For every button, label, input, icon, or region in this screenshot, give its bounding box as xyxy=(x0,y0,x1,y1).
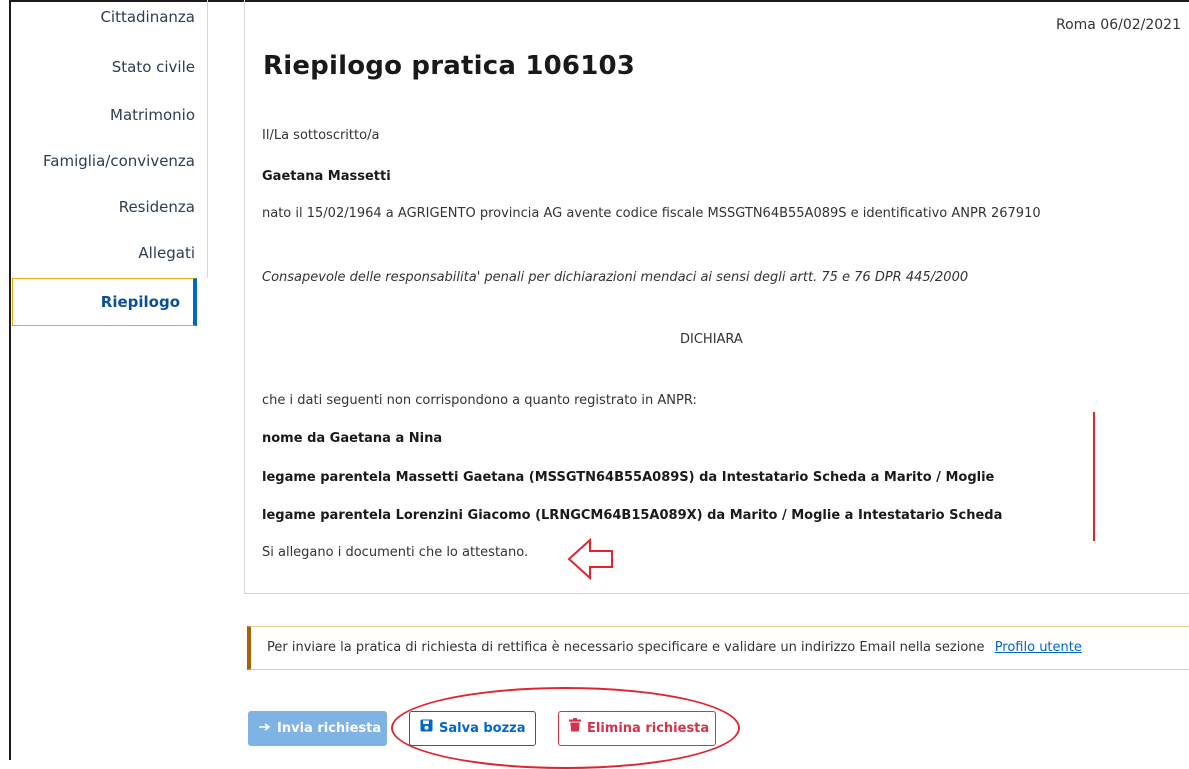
declaration-heading: DICHIARA xyxy=(680,332,743,347)
summary-card xyxy=(244,0,1189,594)
sidebar-item-stato-civile[interactable]: Stato civile xyxy=(23,58,208,104)
sidebar-item-label: Stato civile xyxy=(111,58,195,76)
user-profile-link[interactable]: Profilo utente xyxy=(995,640,1082,655)
annotation-arrow-icon xyxy=(567,537,613,581)
declarant-details: nato il 15/02/1964 a AGRIGENTO provincia… xyxy=(262,206,1041,221)
send-request-label: Invia richiesta xyxy=(277,721,382,736)
declaration-statement: che i dati seguenti non corrispondono a … xyxy=(262,393,697,408)
delete-request-button[interactable]: Elimina richiesta xyxy=(558,711,716,746)
change-item: legame parentela Lorenzini Giacomo (LRNG… xyxy=(262,508,1003,523)
alert-message: Per inviare la pratica di richiesta di r… xyxy=(267,640,985,655)
sidebar-item-label: Famiglia/convivenza xyxy=(43,152,195,170)
change-item: legame parentela Massetti Gaetana (MSSGT… xyxy=(262,470,995,485)
sidebar-item-famiglia-convivenza[interactable]: Famiglia/convivenza xyxy=(23,152,208,198)
sidebar-item-label: Riepilogo xyxy=(100,293,180,311)
save-draft-label: Salva bozza xyxy=(439,721,526,736)
sidebar-item-riepilogo[interactable]: Riepilogo xyxy=(12,278,197,326)
date-label: Roma 06/02/2021 xyxy=(1055,17,1181,33)
declaration-awareness: Consapevole delle responsabilita' penali… xyxy=(262,270,969,285)
arrow-right-icon xyxy=(259,712,271,745)
declarant-name: Gaetana Massetti xyxy=(262,169,391,184)
page-title: Riepilogo pratica 106103 xyxy=(263,51,636,81)
annotation-line xyxy=(1093,412,1095,541)
sidebar-item-matrimonio[interactable]: Matrimonio xyxy=(23,106,208,152)
sidebar-item-label: Matrimonio xyxy=(110,106,195,124)
sidebar-divider xyxy=(207,0,208,278)
send-request-button[interactable]: Invia richiesta xyxy=(248,711,387,746)
sidebar-item-label: Cittadinanza xyxy=(100,8,195,26)
sidebar-item-residenza[interactable]: Residenza xyxy=(23,198,208,244)
sidebar-item-label: Residenza xyxy=(118,198,195,216)
change-item: nome da Gaetana a Nina xyxy=(262,431,443,446)
declaration-intro: Il/La sottoscritto/a xyxy=(262,128,380,143)
save-draft-button[interactable]: Salva bozza xyxy=(409,711,536,746)
attachments-note: Si allegano i documenti che lo attestano… xyxy=(262,545,529,560)
trash-icon xyxy=(569,712,581,745)
sidebar-item-label: Allegati xyxy=(138,244,195,262)
email-warning-alert: Per inviare la pratica di richiesta di r… xyxy=(247,626,1189,670)
sidebar-item-cittadinanza[interactable]: Cittadinanza xyxy=(23,8,208,54)
delete-request-label: Elimina richiesta xyxy=(587,721,710,736)
floppy-disk-icon xyxy=(420,712,433,745)
